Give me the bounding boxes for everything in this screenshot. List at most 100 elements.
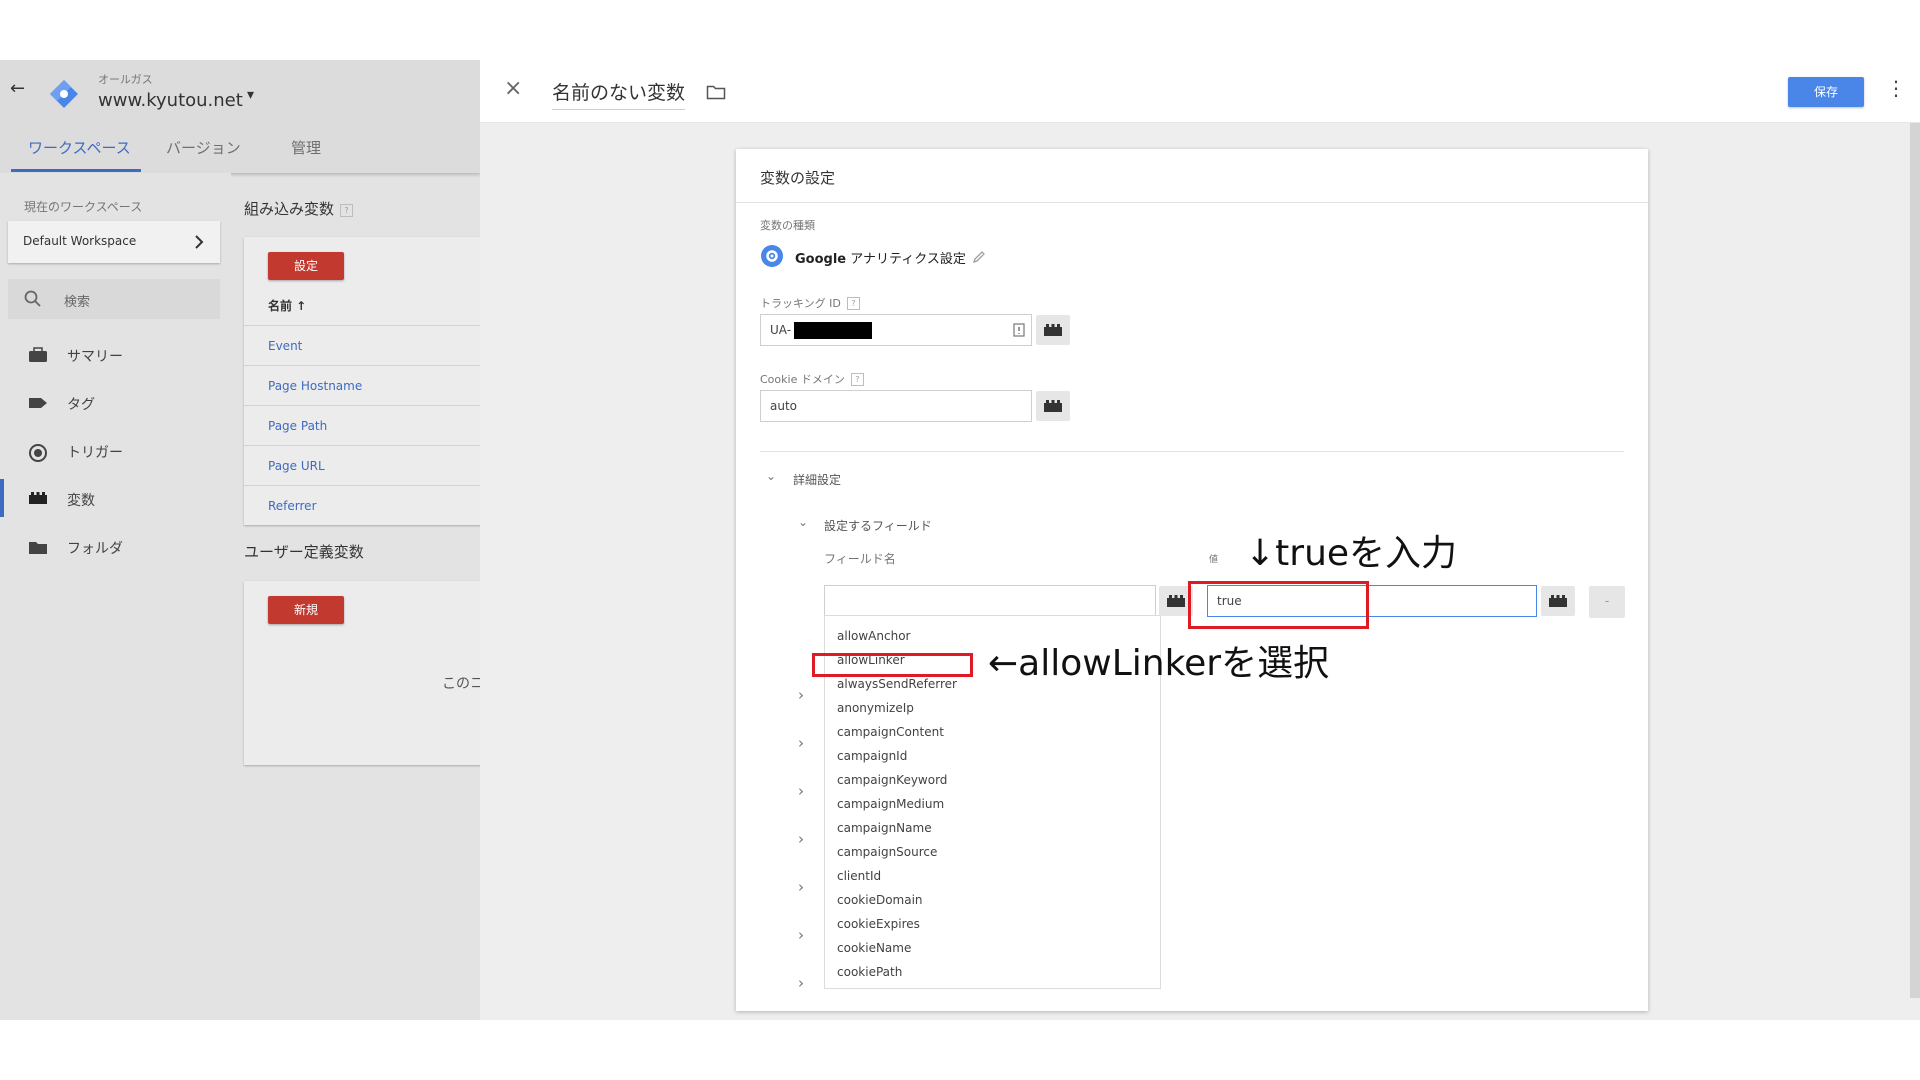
app-header: ← オールガス www.kyutou.net ▾ [0,60,480,124]
chevron-down-icon[interactable]: ⌄ [766,469,776,483]
advanced-settings-toggle[interactable]: 詳細設定 [793,471,841,488]
list-item[interactable]: campaignName [837,821,932,835]
field-name-label: フィールド名 [824,552,896,566]
cookie-domain-input[interactable]: auto [760,390,1032,422]
variable-brick-icon [1044,324,1062,336]
variable-brick-icon [29,492,47,504]
chevron-right-icon[interactable]: › [798,686,804,704]
list-item[interactable]: alwaysSendReferrer [837,677,957,691]
fields-to-set-toggle[interactable]: 設定するフィールド [824,517,932,534]
annotation-enter-true: ↓trueを入力 [1245,533,1458,574]
chevron-right-icon[interactable]: › [798,782,804,800]
gear-icon [761,245,783,267]
list-item[interactable]: cookieExpires [837,917,920,931]
sidebar-item-label: フォルダ [67,541,123,557]
tracking-id-label: トラッキング ID? [760,295,860,311]
list-item[interactable]: campaignId [837,749,907,763]
variable-picker-button[interactable] [1036,315,1070,345]
tracking-id-input[interactable]: UA- [760,314,1032,346]
variable-picker-button[interactable] [1036,391,1070,421]
table-row[interactable]: Page Hostname [244,365,480,406]
help-icon[interactable]: ? [850,373,864,386]
variable-brick-icon [1044,400,1062,412]
list-item[interactable]: campaignMedium [837,797,944,811]
chevron-right-icon[interactable]: › [798,878,804,896]
value-label: 値 [1209,555,1219,565]
table-row[interactable]: Referrer [244,485,480,526]
chevron-right-icon[interactable]: › [798,974,804,992]
highlight-allowlinker-box [812,653,973,677]
search-icon [24,290,41,307]
sidebar-item-variables[interactable]: 変数 [0,479,231,517]
folder-outline-icon[interactable] [706,84,726,100]
builtin-variables-heading: 組み込み変数? [244,198,354,219]
variable-brick-icon [1167,595,1185,607]
chevron-right-icon[interactable]: › [798,734,804,752]
variable-type-value[interactable]: Google アナリティクス設定 [795,248,966,267]
redaction-bar [794,322,872,339]
highlight-value-box [1188,581,1369,629]
list-item[interactable]: campaignSource [837,845,937,859]
chevron-right-icon [195,235,204,249]
table-row[interactable]: Page URL [244,445,480,486]
builtin-variables-card: 設定 名前 ↑ Event Page Hostname Page Path Pa… [244,237,480,525]
card-title: 変数の設定 [760,169,836,187]
list-item[interactable]: clientId [837,869,881,883]
list-item[interactable]: cookiePath [837,965,902,979]
sidebar-item-label: タグ [67,397,95,413]
search-box[interactable]: 検索 [8,279,220,319]
workspace-tabs: ワークスペース バージョン 管理 [0,123,480,173]
workspace-name: Default Workspace [23,234,137,248]
divider [736,202,1648,203]
folder-icon [29,542,47,554]
active-tab-indicator [11,169,141,172]
user-variables-heading: ユーザー定義変数 [244,543,364,561]
variable-brick-icon [1549,595,1567,607]
chevron-right-icon[interactable]: › [798,830,804,848]
more-options-icon[interactable]: ⋮ [1886,76,1906,100]
table-row[interactable]: Page Path [244,405,480,446]
edit-pencil-icon[interactable] [972,250,986,264]
help-icon[interactable]: ? [340,204,354,217]
chevron-right-icon[interactable]: › [798,926,804,944]
list-item[interactable]: campaignKeyword [837,773,947,787]
sidebar-item-triggers[interactable]: トリガー [0,435,231,467]
workspace-selector[interactable]: Default Workspace [8,221,220,263]
variable-picker-button[interactable] [1541,586,1575,616]
help-icon[interactable]: ? [846,297,860,310]
gtm-app-panel: ← オールガス www.kyutou.net ▾ ワークスペース バージョン 管… [0,60,480,1020]
list-item[interactable]: cookieName [837,941,911,955]
new-variable-button[interactable]: 新規 [268,596,344,624]
sidebar-item-summary[interactable]: サマリー [0,339,231,371]
variable-type-label: 変数の種類 [760,219,815,232]
chevron-down-icon[interactable]: ⌄ [798,515,808,529]
search-placeholder: 検索 [64,295,91,310]
tab-versions[interactable]: バージョン [166,137,241,158]
sidebar-item-tags[interactable]: タグ [0,387,231,419]
briefcase-icon [29,347,47,362]
list-item[interactable]: allowAnchor [837,629,910,643]
save-button[interactable]: 保存 [1788,77,1864,107]
sidebar-item-label: サマリー [67,349,123,365]
sidebar-item-folders[interactable]: フォルダ [0,531,231,563]
table-row[interactable]: Event [244,325,480,366]
workspace-caption: 現在のワークスペース [24,200,143,214]
container-name[interactable]: www.kyutou.net [98,90,243,111]
tab-admin[interactable]: 管理 [291,137,321,158]
list-item[interactable]: campaignContent [837,725,944,739]
remove-row-button[interactable]: - [1589,586,1625,618]
account-name: オールガス [98,73,153,86]
field-name-input[interactable] [824,585,1156,617]
clipboard-icon[interactable] [1013,323,1025,337]
variable-name-field[interactable]: 名前のない変数 [552,78,686,110]
container-dropdown-icon[interactable]: ▾ [247,87,254,103]
tab-workspace[interactable]: ワークスペース [28,137,131,158]
close-icon[interactable]: × [504,76,522,101]
name-column-header[interactable]: 名前 ↑ [268,297,306,314]
back-arrow-icon[interactable]: ← [10,78,25,99]
list-item[interactable]: cookieDomain [837,893,923,907]
page-scrollbar[interactable] [1910,123,1920,998]
list-item[interactable]: anonymizeIp [837,701,914,715]
tag-icon [29,398,47,408]
configure-button[interactable]: 設定 [268,252,344,280]
